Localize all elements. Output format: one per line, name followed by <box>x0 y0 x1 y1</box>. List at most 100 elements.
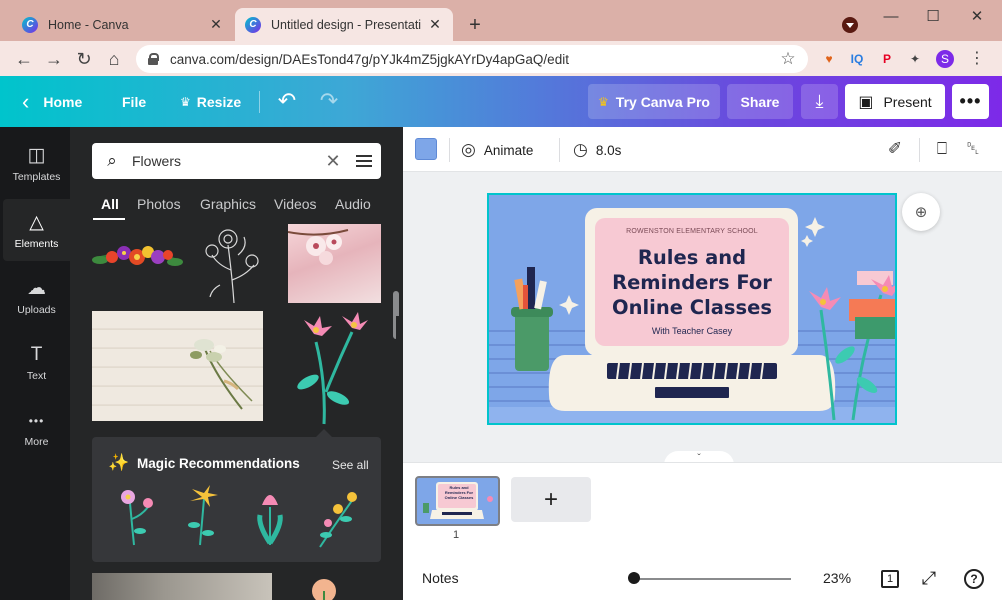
recommended-flower-3[interactable] <box>252 485 288 547</box>
profile-avatar[interactable]: S <box>936 50 954 68</box>
help-icon[interactable]: ? <box>964 569 984 589</box>
dried-flowers-wood-photo[interactable] <box>92 311 263 421</box>
sketch-flower-graphic[interactable] <box>198 225 270 305</box>
flower-graphic-partial[interactable] <box>294 573 354 600</box>
resize-label: Resize <box>196 94 242 110</box>
slide-title[interactable]: Rules and Reminders For Online Classes <box>607 245 777 320</box>
minimize-button[interactable]: — <box>876 6 906 28</box>
animate-icon: ◎ <box>461 140 476 159</box>
active-tab-indicator <box>93 218 125 220</box>
extension-honey-icon[interactable]: ♥ <box>820 50 838 68</box>
zoom-slider-handle[interactable] <box>628 572 640 584</box>
canva-favicon-icon: C <box>22 16 38 33</box>
magic-recommendations-title: Magic Recommendations <box>137 456 300 471</box>
timing-button[interactable]: ◷ 8.0s <box>573 139 621 161</box>
new-tab-button[interactable]: + <box>465 13 485 37</box>
see-all-link[interactable]: See all <box>332 458 369 472</box>
extension-pinterest-icon[interactable]: P <box>878 50 896 68</box>
animate-button[interactable]: ◎ Animate <box>461 139 533 161</box>
undo-icon[interactable]: ↶ <box>272 87 302 117</box>
magic-recommendations: ✨ Magic Recommendations See all <box>92 429 381 562</box>
tab-close-icon[interactable]: ✕ <box>208 16 224 33</box>
search-icon: ⌕ <box>107 151 117 170</box>
sidebar-item-label: Text <box>26 369 47 382</box>
tab-graphics[interactable]: Graphics <box>200 196 256 212</box>
redo-icon[interactable]: ↷ <box>314 87 344 117</box>
pink-flower-illustration[interactable] <box>282 312 374 427</box>
cherry-blossom-photo[interactable] <box>288 224 381 303</box>
forward-arrow-icon[interactable]: → <box>42 47 66 71</box>
paint-format-icon[interactable]: ✐ <box>883 137 907 161</box>
tab-photos[interactable]: Photos <box>137 196 181 212</box>
side-navigation: ◫ Templates △ Elements ☁ Uploads T Text … <box>0 127 70 600</box>
upload-cloud-icon: ☁ <box>27 277 46 299</box>
url-text: canva.com/design/DAEsTond47g/pYJk4mZ5jgk… <box>170 51 569 67</box>
add-page-button[interactable]: + <box>511 477 591 522</box>
notes-button[interactable]: Notes <box>422 570 459 586</box>
tab-audio[interactable]: Audio <box>335 196 371 212</box>
present-button[interactable]: ▣ Present <box>845 84 945 119</box>
lock-icon[interactable] <box>148 53 159 65</box>
recommended-flower-2[interactable] <box>182 485 222 547</box>
duration-value: 8.0s <box>595 142 622 158</box>
animate-label: Animate <box>483 142 534 158</box>
lock-icon[interactable]: ⎕ <box>930 137 954 161</box>
filter-sliders-icon[interactable] <box>347 152 381 170</box>
sidebar-item-label: Templates <box>12 170 61 183</box>
recommended-flower-1[interactable] <box>114 485 158 547</box>
search-field[interactable]: ⌕ Flowers ✕ <box>92 143 381 179</box>
search-input[interactable]: Flowers <box>132 153 319 169</box>
file-menu-button[interactable]: File <box>122 87 146 117</box>
sidebar-item-templates[interactable]: ◫ Templates <box>3 132 70 194</box>
tab-untitled-design[interactable]: C Untitled design - Presentation (1… ✕ <box>235 8 453 41</box>
fullscreen-icon[interactable]: ⤢ <box>917 567 941 591</box>
tab-videos[interactable]: Videos <box>274 196 317 212</box>
try-canva-pro-button[interactable]: ♛ Try Canva Pro <box>588 84 720 119</box>
page-count-icon[interactable]: 1 <box>881 570 899 588</box>
extensions-puzzle-icon[interactable]: ✦ <box>906 50 924 68</box>
recommended-flower-4[interactable] <box>312 483 362 549</box>
add-comment-icon[interactable]: ⊕ <box>902 193 940 231</box>
sidebar-item-uploads[interactable]: ☁ Uploads <box>3 265 70 327</box>
address-bar[interactable]: canva.com/design/DAEsTond47g/pYJk4mZ5jgk… <box>136 45 808 73</box>
present-label: Present <box>883 93 932 110</box>
page-thumbnail[interactable]: Rules and Reminders For Online Classes <box>415 476 500 526</box>
canva-header: ‹ Home File ♛ Resize ↶ ↷ ♛ Try Canva Pro… <box>0 76 1002 127</box>
close-window-button[interactable]: ✕ <box>962 6 992 28</box>
download-icon[interactable]: ⤓ <box>801 84 838 119</box>
slide-subtitle[interactable]: With Teacher Casey <box>595 326 789 336</box>
more-options-button[interactable]: ••• <box>952 84 989 119</box>
tab-all[interactable]: All <box>101 196 119 212</box>
slide-canvas[interactable]: ROWENSTON ELEMENTARY SCHOOL Rules and Re… <box>487 193 897 425</box>
slide-school-name[interactable]: ROWENSTON ELEMENTARY SCHOOL <box>595 228 789 235</box>
browser-menu-icon[interactable]: ⋮ <box>968 49 986 69</box>
flower-photo-partial[interactable] <box>92 573 272 600</box>
trash-icon[interactable]: ␡ <box>961 137 985 161</box>
editor-toolbar: ◎ Animate ◷ 8.0s ✐ ⎕ ␡ <box>403 127 1002 172</box>
templates-icon: ◫ <box>27 144 46 166</box>
resize-button[interactable]: ♛ Resize <box>180 87 241 117</box>
home-icon[interactable]: ⌂ <box>102 47 126 71</box>
clear-search-icon[interactable]: ✕ <box>319 151 347 172</box>
background-color-swatch[interactable] <box>415 138 437 160</box>
tab-close-icon[interactable]: ✕ <box>427 16 443 33</box>
reload-icon[interactable]: ↻ <box>72 47 96 71</box>
sidebar-item-elements[interactable]: △ Elements <box>3 199 70 261</box>
zoom-level[interactable]: 23% <box>823 570 851 586</box>
home-button[interactable]: ‹ Home <box>22 87 82 117</box>
sidebar-item-text[interactable]: T Text <box>3 331 70 393</box>
tab-search-dropdown-icon[interactable] <box>842 17 858 33</box>
toolbar-divider <box>559 138 560 162</box>
sidebar-item-more[interactable]: ••• More <box>3 397 70 459</box>
back-arrow-icon[interactable]: ← <box>12 47 36 71</box>
zoom-slider[interactable] <box>631 578 791 580</box>
share-button[interactable]: Share <box>727 84 793 119</box>
sidebar-item-label: Elements <box>14 237 59 250</box>
maximize-button[interactable]: ☐ <box>918 6 948 28</box>
tab-home-canva[interactable]: C Home - Canva ✕ <box>12 8 234 41</box>
editor-footer: Notes 23% 1 ⤢ ? <box>403 559 1002 600</box>
bookmark-star-icon[interactable]: ☆ <box>776 49 800 69</box>
home-label: Home <box>43 94 83 110</box>
flower-garland-graphic[interactable] <box>90 227 185 287</box>
extension-iq-icon[interactable]: IQ <box>848 50 866 68</box>
